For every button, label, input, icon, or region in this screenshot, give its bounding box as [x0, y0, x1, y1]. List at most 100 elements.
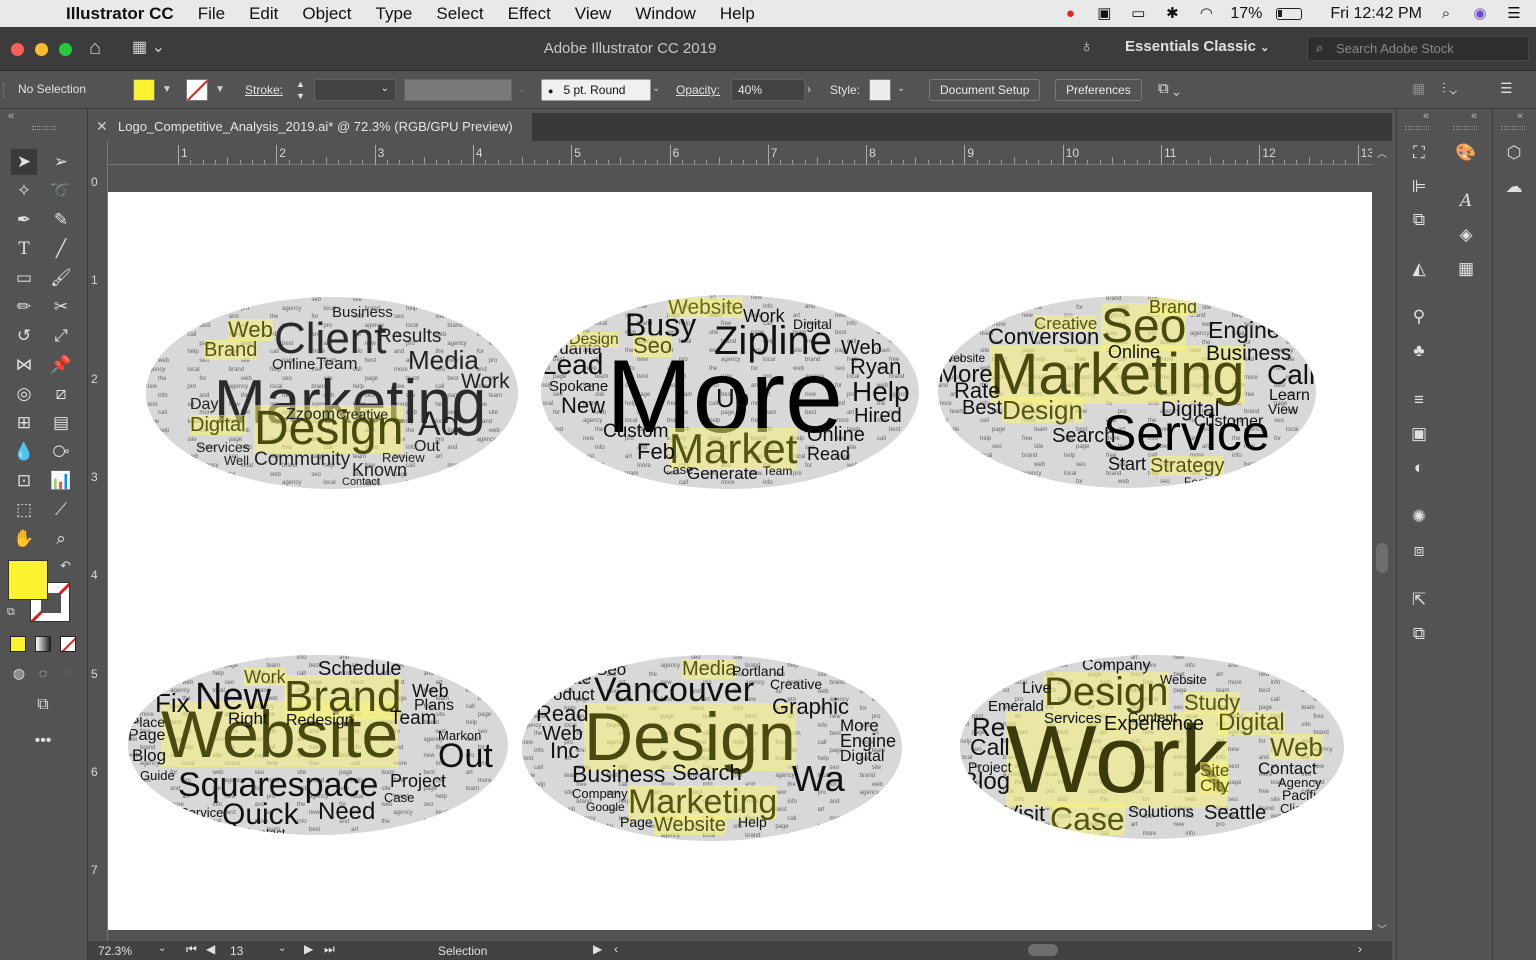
profile-dropdown-arrow[interactable]: ⌄	[518, 84, 526, 106]
column-graph-tool-icon[interactable]: 📊	[48, 468, 74, 494]
align-panel-icon[interactable]: ⊫	[1406, 174, 1432, 200]
blend-tool-icon[interactable]: ⧂	[48, 439, 74, 465]
type-tool-icon[interactable]: T	[11, 236, 37, 262]
graphic-styles-panel-icon[interactable]: ✺	[1406, 504, 1432, 530]
scroll-left-arrow[interactable]: ‹	[614, 942, 618, 956]
creative-cloud-libraries-icon[interactable]: ☁	[1501, 174, 1527, 200]
symbols-panel-icon[interactable]: ♣	[1406, 338, 1432, 364]
magic-wand-tool-icon[interactable]: ✧	[11, 178, 37, 204]
horizontal-ruler[interactable]: 1 2 3 4 5 6 7 8 9 10 11 12 13	[108, 141, 1374, 165]
dock-grip[interactable]	[1501, 126, 1525, 130]
line-tool-icon[interactable]: ╱	[48, 236, 74, 262]
status-menu-arrow[interactable]: ▶	[593, 942, 602, 956]
gradient-tool-icon[interactable]: ▤	[48, 410, 74, 436]
color-mode-icon[interactable]	[10, 636, 26, 652]
mesh-tool-icon[interactable]: ⊞	[11, 410, 37, 436]
appearance-panel-icon[interactable]: ◐	[1406, 455, 1432, 481]
opacity-expand-arrow[interactable]: ›	[807, 82, 811, 104]
spotlight-search-icon[interactable]: ⌕	[1436, 5, 1456, 22]
menu-edit[interactable]: Edit	[237, 4, 290, 24]
stroke-stepper[interactable]: ▲ ▼	[296, 78, 305, 101]
perspective-grid-tool-icon[interactable]: ⧄	[48, 381, 74, 407]
word-cloud-3[interactable]: new pro agency local brand help free call more in…	[938, 296, 1316, 488]
artboard-dropdown-arrow[interactable]: ⌄	[278, 943, 286, 954]
symbol-sprayer-tool-icon[interactable]: ⊡	[11, 468, 37, 494]
gradient-panel-icon[interactable]: ▣	[1406, 421, 1432, 447]
vertical-scrollbar[interactable]: ︿ ﹀	[1372, 141, 1392, 941]
menu-object[interactable]: Object	[290, 4, 363, 24]
previous-artboard-icon[interactable]: ◀	[206, 942, 215, 956]
shape-builder-tool-icon[interactable]: ◎	[11, 381, 37, 407]
hand-tool-icon[interactable]: ✋	[11, 526, 37, 552]
minimize-window-button[interactable]	[35, 43, 48, 56]
image-trace-panel-icon[interactable]: ⧈	[1406, 538, 1432, 564]
brushes-panel-icon[interactable]: ⚲	[1406, 304, 1432, 330]
menu-help[interactable]: Help	[708, 4, 767, 24]
brush-definition-field[interactable]: ● 5 pt. Round	[541, 79, 651, 101]
scroll-thumb[interactable]	[1376, 543, 1388, 573]
fill-swatch[interactable]	[133, 79, 155, 101]
libraries-panel-icon[interactable]: ⬡	[1501, 140, 1527, 166]
color-panel-icon[interactable]: 🎨	[1453, 140, 1479, 166]
style-dropdown-arrow[interactable]: ⌄	[897, 83, 905, 105]
gradient-mode-icon[interactable]	[35, 636, 51, 652]
rotate-tool-icon[interactable]: ↺	[11, 323, 37, 349]
edit-toolbar-icon[interactable]: •••	[30, 728, 56, 754]
paintbrush-tool-icon[interactable]: 🖌	[48, 265, 74, 291]
arrange-icon[interactable]: ⧉ ⌄	[1158, 80, 1180, 102]
screen-mode-icon[interactable]: ⧉	[30, 692, 56, 718]
export-panel-icon[interactable]: ⇱	[1406, 587, 1432, 613]
menu-type[interactable]: Type	[364, 4, 425, 24]
width-tool-icon[interactable]: ⋈	[11, 352, 37, 378]
menu-app-name[interactable]: Illustrator CC	[66, 4, 186, 24]
bluetooth-icon[interactable]: ✱	[1162, 5, 1182, 22]
stroke-weight-field[interactable]: ⌄	[314, 79, 396, 101]
align-options-icon[interactable]: ⫶ ⌄	[1442, 80, 1457, 102]
preferences-button[interactable]: Preferences	[1055, 79, 1142, 101]
stroke-dropdown-arrow[interactable]: ▼	[215, 84, 225, 106]
airplay-icon[interactable]: ▭	[1128, 5, 1148, 22]
opacity-field[interactable]: 40%	[731, 79, 805, 101]
zoom-dropdown-arrow[interactable]: ⌄	[158, 943, 166, 954]
curvature-tool-icon[interactable]: ✎	[48, 207, 74, 233]
stroke-panel-icon[interactable]: ≡	[1406, 387, 1432, 413]
menu-select[interactable]: Select	[424, 4, 495, 24]
dock-grip[interactable]	[1405, 126, 1429, 130]
pathfinder-panel-icon[interactable]: ⧉	[1406, 207, 1432, 233]
slice-tool-icon[interactable]: ⟋	[48, 497, 74, 523]
tools-grip[interactable]	[32, 126, 56, 130]
arrange-documents-icon[interactable]: ▦ ⌄	[132, 37, 165, 57]
scroll-right-arrow[interactable]: ›	[1358, 942, 1362, 956]
draw-behind-icon[interactable]: ◌	[30, 660, 56, 686]
close-tab-icon[interactable]: ✕	[96, 118, 108, 135]
fill-dropdown-arrow[interactable]: ▼	[162, 84, 172, 106]
artboards-panel-icon[interactable]: ⛶	[1406, 140, 1432, 166]
graphic-style-swatch[interactable]	[869, 79, 891, 101]
scale-tool-icon[interactable]: ⤢	[48, 323, 74, 349]
draw-inside-icon[interactable]: ◌	[54, 660, 80, 686]
dock-grip[interactable]	[1453, 126, 1477, 130]
collapse-panel-icon[interactable]: «	[8, 110, 14, 122]
lasso-tool-icon[interactable]: ➰	[48, 178, 74, 204]
vertical-ruler[interactable]: 0 1 2 3 4 5 6 7	[88, 141, 108, 941]
collapse-dock-icon[interactable]: «	[1471, 110, 1477, 122]
swap-fill-stroke-icon[interactable]: ↶	[60, 558, 71, 574]
battery-icon[interactable]	[1276, 7, 1303, 20]
adobe-stock-search[interactable]: ⌕ Search Adobe Stock	[1307, 36, 1529, 61]
clock[interactable]: Fri 12:42 PM	[1330, 5, 1422, 23]
close-window-button[interactable]	[11, 43, 24, 56]
opacity-label[interactable]: Opacity:	[676, 83, 720, 105]
word-cloud-4[interactable]: help free call more info and the for web seo site p…	[128, 655, 508, 835]
notification-center-icon[interactable]: ☰	[1504, 5, 1524, 22]
transparency-panel-icon[interactable]: ◭	[1406, 256, 1432, 282]
word-cloud-6[interactable]: site page team best art new pro agency local bran…	[960, 655, 1344, 839]
default-fill-stroke-icon[interactable]: ⧉	[7, 606, 15, 619]
home-icon[interactable]: ⌂	[89, 37, 101, 60]
next-artboard-icon[interactable]: ▶	[304, 942, 313, 956]
fill-color-box[interactable]	[8, 560, 48, 600]
word-cloud-5[interactable]: and the for web seo site page team best art new pro…	[522, 655, 902, 841]
character-panel-icon[interactable]: A	[1453, 188, 1479, 214]
wifi-icon[interactable]: ◠	[1196, 5, 1216, 22]
creative-cloud-icon[interactable]: ●	[1060, 5, 1080, 22]
zoom-tool-icon[interactable]: ⌕	[48, 526, 74, 552]
